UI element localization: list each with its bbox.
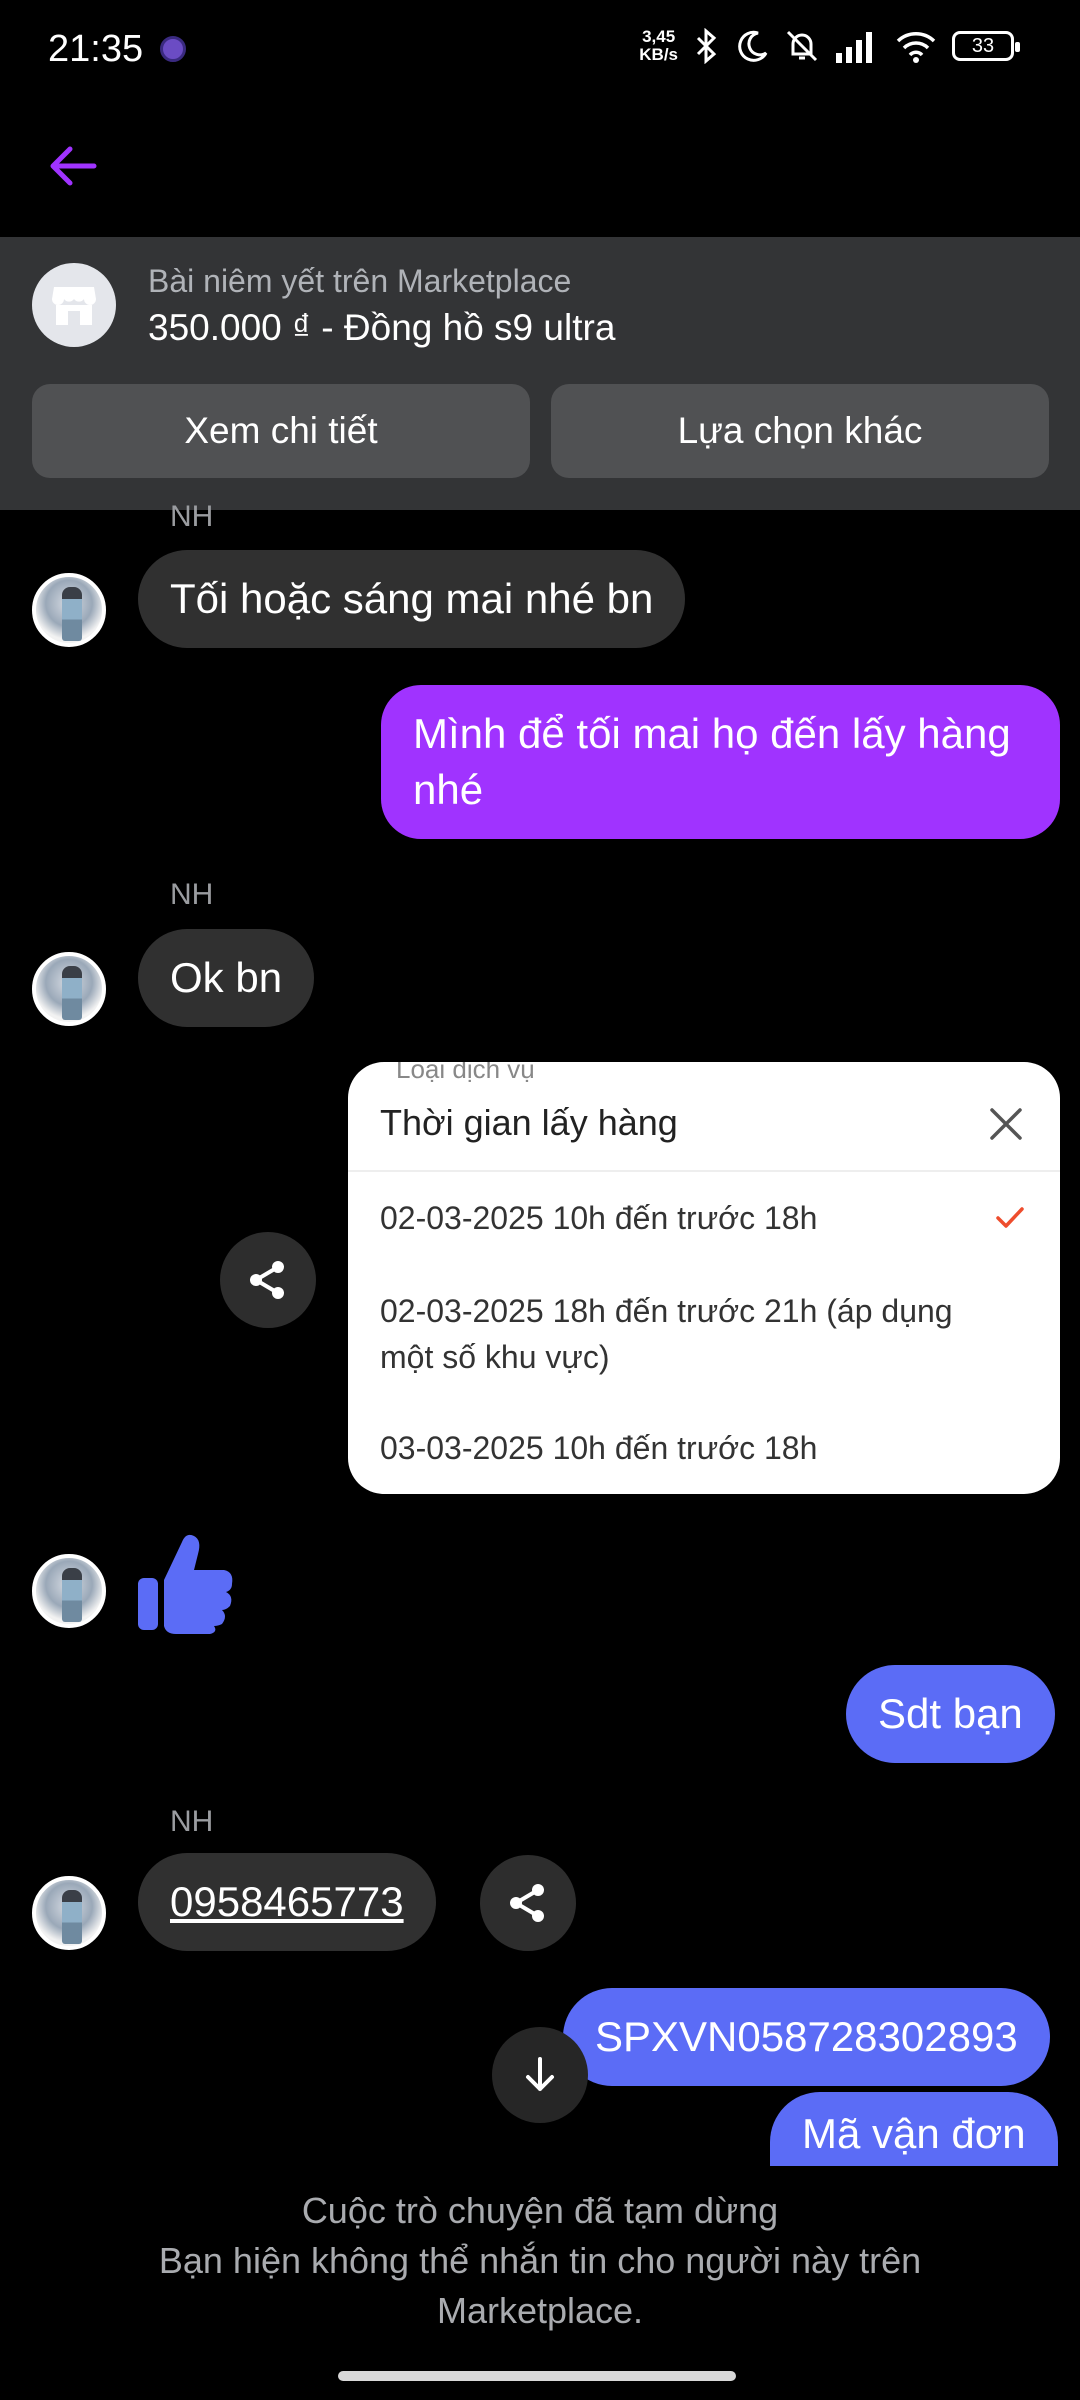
other-options-button[interactable]: Lựa chọn khác [551,384,1049,478]
status-time: 21:35 [48,28,144,70]
outgoing-message[interactable]: Mình để tối mai họ đến lấy hàng nhé [381,685,1060,839]
pickup-option[interactable]: 02-03-2025 10h đến trước 18h [380,1195,980,1241]
mute-bell-icon [786,30,818,62]
wifi-icon [896,32,936,63]
pickup-option[interactable]: 02-03-2025 18h đến trước 21h (áp dụng mộ… [380,1288,980,1380]
marketplace-listing-card: Bài niêm yết trên Marketplace 350.000 ₫ … [0,237,1080,510]
avatar[interactable] [32,952,106,1026]
avatar[interactable] [32,1876,106,1950]
signal-icon [836,32,872,63]
share-icon [250,1261,284,1299]
share-button[interactable] [480,1855,576,1951]
scroll-to-bottom-button[interactable] [492,2027,588,2123]
share-icon [510,1884,544,1922]
network-speed-unit: KB/s [639,45,678,64]
status-bar: 21:35 3,45 KB/s 33 [0,0,1080,100]
conversation-paused-notice: Cuộc trò chuyện đã tạm dừng Bạn hiện khô… [0,2186,1080,2336]
app-notification-icon [160,36,186,62]
view-details-button[interactable]: Xem chi tiết [32,384,530,478]
home-indicator[interactable] [338,2371,736,2381]
avatar[interactable] [32,1554,106,1628]
paused-title: Cuộc trò chuyện đã tạm dừng [301,2190,779,2231]
network-speed-value: 3,45 [642,27,676,46]
listing-subtitle: Bài niêm yết trên Marketplace [148,263,572,299]
pickup-option[interactable]: 03-03-2025 10h đến trước 18h [380,1425,980,1471]
paused-description: Bạn hiện không thể nhắn tin cho người nà… [158,2240,922,2331]
outgoing-message[interactable]: Mã vận đơn [770,2092,1058,2166]
sender-name: NH [170,878,214,911]
status-icons: 3,45 KB/s 33 [639,28,1020,64]
outgoing-message[interactable]: Sdt bạn [846,1665,1055,1763]
back-arrow-icon[interactable] [44,136,104,196]
store-icon [32,263,116,347]
close-icon[interactable] [982,1100,1030,1148]
service-type-label: Loại dịch vụ [396,1062,535,1084]
thumbs-up-icon[interactable] [136,1530,236,1634]
outgoing-message[interactable]: SPXVN058728302893 [563,1988,1050,2086]
sender-name: NH [170,500,214,533]
pickup-time-popup: Loại dịch vụ Thời gian lấy hàng 02-03-20… [348,1062,1060,1494]
popup-title: Thời gian lấy hàng [380,1102,678,1143]
battery-indicator: 33 [952,31,1020,61]
moon-icon [738,30,768,62]
avatar[interactable] [32,573,106,647]
incoming-message[interactable]: Ok bn [138,929,315,1027]
phone-number-message[interactable]: 0958465773 [138,1853,436,1951]
divider [348,1170,1060,1172]
listing-title[interactable]: 350.000 ₫ - Đồng hồ s9 ultra [148,307,615,349]
sender-name: NH [170,1805,214,1838]
network-speed: 3,45 KB/s [639,28,678,64]
share-button[interactable] [220,1232,316,1328]
bluetooth-icon [696,28,717,64]
incoming-message[interactable]: Tối hoặc sáng mai nhé bn [138,550,686,648]
checkmark-icon [996,1207,1024,1228]
arrow-down-icon [526,2057,554,2091]
